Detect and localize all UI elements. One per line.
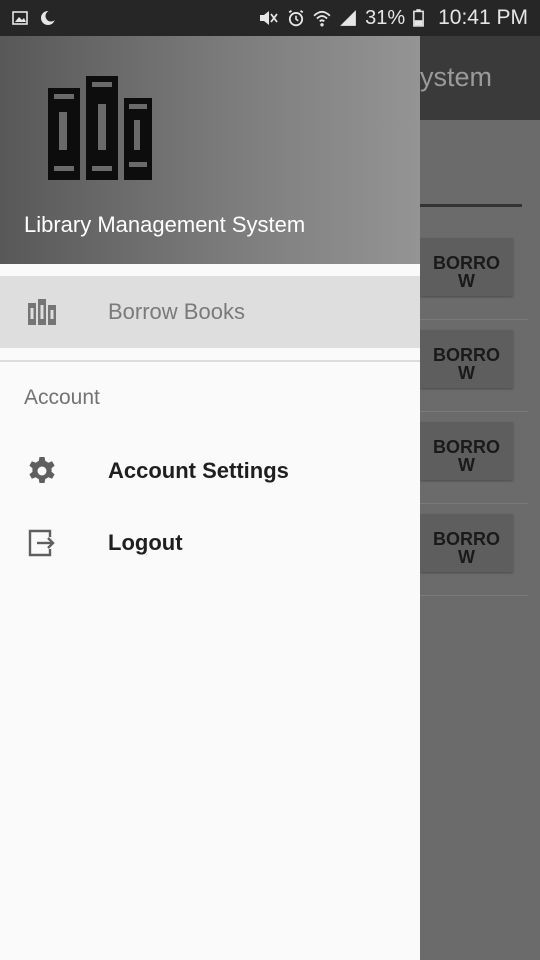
books-logo-icon <box>48 76 152 180</box>
gallery-icon <box>12 11 28 25</box>
logout-icon <box>28 529 55 557</box>
drawer-divider <box>0 360 420 362</box>
alarm-icon <box>288 9 304 27</box>
wifi-icon <box>313 10 331 27</box>
list-item: BORRO W <box>420 504 528 596</box>
background-title: ystem <box>419 62 492 92</box>
moon-icon <box>41 10 56 25</box>
list-item: BORRO W <box>420 228 528 320</box>
status-time: 10:41 PM <box>438 6 528 29</box>
borrow-button[interactable]: BORRO W <box>420 238 513 296</box>
nav-item-logout[interactable]: Logout <box>0 507 420 579</box>
account-section-header: Account <box>24 386 100 409</box>
battery-icon <box>413 9 424 27</box>
books-icon <box>28 299 56 325</box>
gear-icon <box>29 457 55 483</box>
borrow-button[interactable]: BORRO W <box>420 422 513 480</box>
list-item: BORRO W <box>420 412 528 504</box>
nav-item-borrow-books[interactable]: Borrow Books <box>0 276 420 348</box>
status-bar: 31% 10:41 PM <box>0 0 540 36</box>
drawer-header-title: Library Management System <box>24 212 306 237</box>
borrow-button[interactable]: BORRO W <box>420 330 513 388</box>
signal-icon <box>340 10 356 26</box>
battery-percent: 31% <box>365 6 406 29</box>
nav-item-account-settings[interactable]: Account Settings <box>0 435 420 507</box>
nav-item-label: Account Settings <box>108 458 289 483</box>
navigation-drawer: Library Management System Borrow Books A… <box>0 36 420 960</box>
drawer-header: Library Management System <box>0 36 420 264</box>
mute-icon <box>260 11 278 25</box>
background-tab-indicator <box>420 204 522 207</box>
nav-item-label: Logout <box>108 530 183 555</box>
borrow-button[interactable]: BORRO W <box>420 514 513 572</box>
nav-item-label: Borrow Books <box>108 299 245 324</box>
list-item: BORRO W <box>420 320 528 412</box>
